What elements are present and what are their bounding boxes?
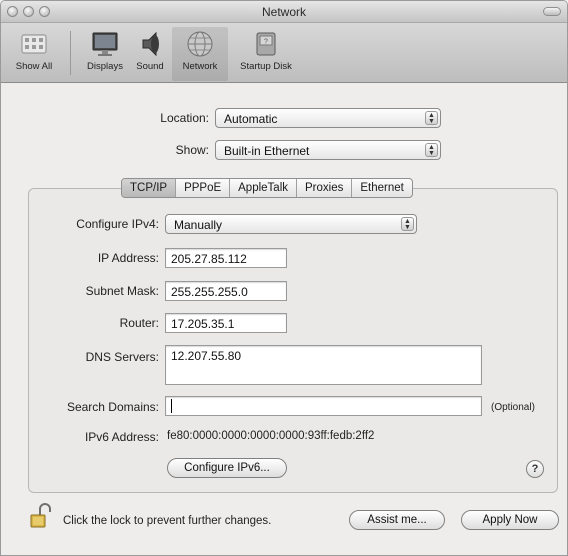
location-label: Location:	[160, 111, 209, 125]
search-domains-label: Search Domains:	[66, 400, 159, 414]
popup-arrows-icon: ▲ ▼	[425, 143, 438, 157]
svg-text:?: ?	[264, 39, 268, 46]
toolbar-item-displays[interactable]: Displays	[81, 27, 129, 81]
toolbar-separator	[70, 31, 71, 75]
toolbar-item-sound[interactable]: Sound	[129, 27, 171, 81]
lock-message: Click the lock to prevent further change…	[63, 515, 272, 527]
ip-address-label: IP Address:	[97, 251, 159, 265]
apply-now-button[interactable]: Apply Now	[461, 510, 559, 530]
popup-arrows-icon: ▲ ▼	[401, 217, 414, 231]
lock-icon[interactable]	[29, 503, 51, 529]
show-popup[interactable]: Built-in Ethernet ▲ ▼	[215, 140, 441, 160]
dns-servers-label: DNS Servers:	[85, 350, 159, 364]
toolbar-toggle-button[interactable]	[543, 7, 561, 16]
router-field[interactable]: 17.205.35.1	[165, 313, 287, 333]
router-label: Router:	[119, 316, 159, 330]
tab-pppoe[interactable]: PPPoE	[176, 179, 231, 197]
network-icon	[187, 31, 213, 57]
tab-bar: TCP/IP PPPoE AppleTalk Proxies Ethernet	[121, 178, 413, 198]
toolbar-label-sound: Sound	[136, 61, 164, 72]
text-cursor	[171, 399, 172, 413]
toolbar-label-show-all: Show All	[15, 61, 53, 72]
displays-icon	[92, 32, 118, 56]
configure-ipv4-label: Configure IPv4:	[76, 217, 159, 231]
ipv6-address-label: IPv6 Address:	[84, 430, 159, 444]
subnet-mask-label: Subnet Mask:	[85, 284, 159, 298]
subnet-mask-field[interactable]: 255.255.255.0	[165, 281, 287, 301]
window-title: Network	[261, 5, 306, 19]
toolbar: Show All Displays Sound Network ? Startu…	[1, 23, 567, 83]
toolbar-label-displays: Displays	[87, 61, 123, 72]
ipv6-address-value: fe80:0000:0000:0000:0000:93ff:fedb:2ff2	[167, 430, 375, 442]
help-button[interactable]: ?	[526, 460, 544, 478]
toolbar-label-startup-disk: Startup Disk	[240, 61, 292, 72]
optional-hint: (Optional)	[491, 402, 535, 413]
toolbar-label-network: Network	[182, 61, 218, 72]
network-pane: Location: Automatic ▲ ▼ Show: Built-in Et…	[1, 84, 567, 555]
configure-ipv4-popup[interactable]: Manually ▲ ▼	[165, 214, 417, 234]
dns-servers-field[interactable]: 12.207.55.80	[165, 345, 482, 385]
tab-proxies[interactable]: Proxies	[297, 179, 353, 197]
show-label: Show:	[175, 143, 209, 157]
search-domains-field[interactable]	[165, 396, 482, 416]
network-preferences-window: Network Show All Displays Sound Network …	[0, 0, 568, 556]
tab-appletalk[interactable]: AppleTalk	[230, 179, 298, 197]
location-popup[interactable]: Automatic ▲ ▼	[215, 108, 441, 128]
show-all-icon	[21, 34, 47, 54]
toolbar-item-show-all[interactable]: Show All	[5, 27, 63, 81]
show-value: Built-in Ethernet	[224, 144, 310, 158]
location-value: Automatic	[224, 112, 278, 126]
tab-tcpip[interactable]: TCP/IP	[122, 179, 177, 197]
assist-me-button[interactable]: Assist me...	[349, 510, 445, 530]
popup-arrows-icon: ▲ ▼	[425, 111, 438, 125]
configure-ipv4-value: Manually	[174, 218, 223, 232]
toolbar-item-network[interactable]: Network	[172, 27, 228, 81]
tab-ethernet[interactable]: Ethernet	[352, 179, 411, 197]
toolbar-item-startup-disk[interactable]: ? Startup Disk	[230, 27, 302, 81]
startup-disk-icon: ?	[256, 32, 276, 56]
configure-ipv6-button[interactable]: Configure IPv6...	[167, 458, 287, 478]
ip-address-field[interactable]: 205.27.85.112	[165, 248, 287, 268]
sound-icon	[142, 31, 159, 57]
title-bar: Network	[1, 1, 567, 23]
